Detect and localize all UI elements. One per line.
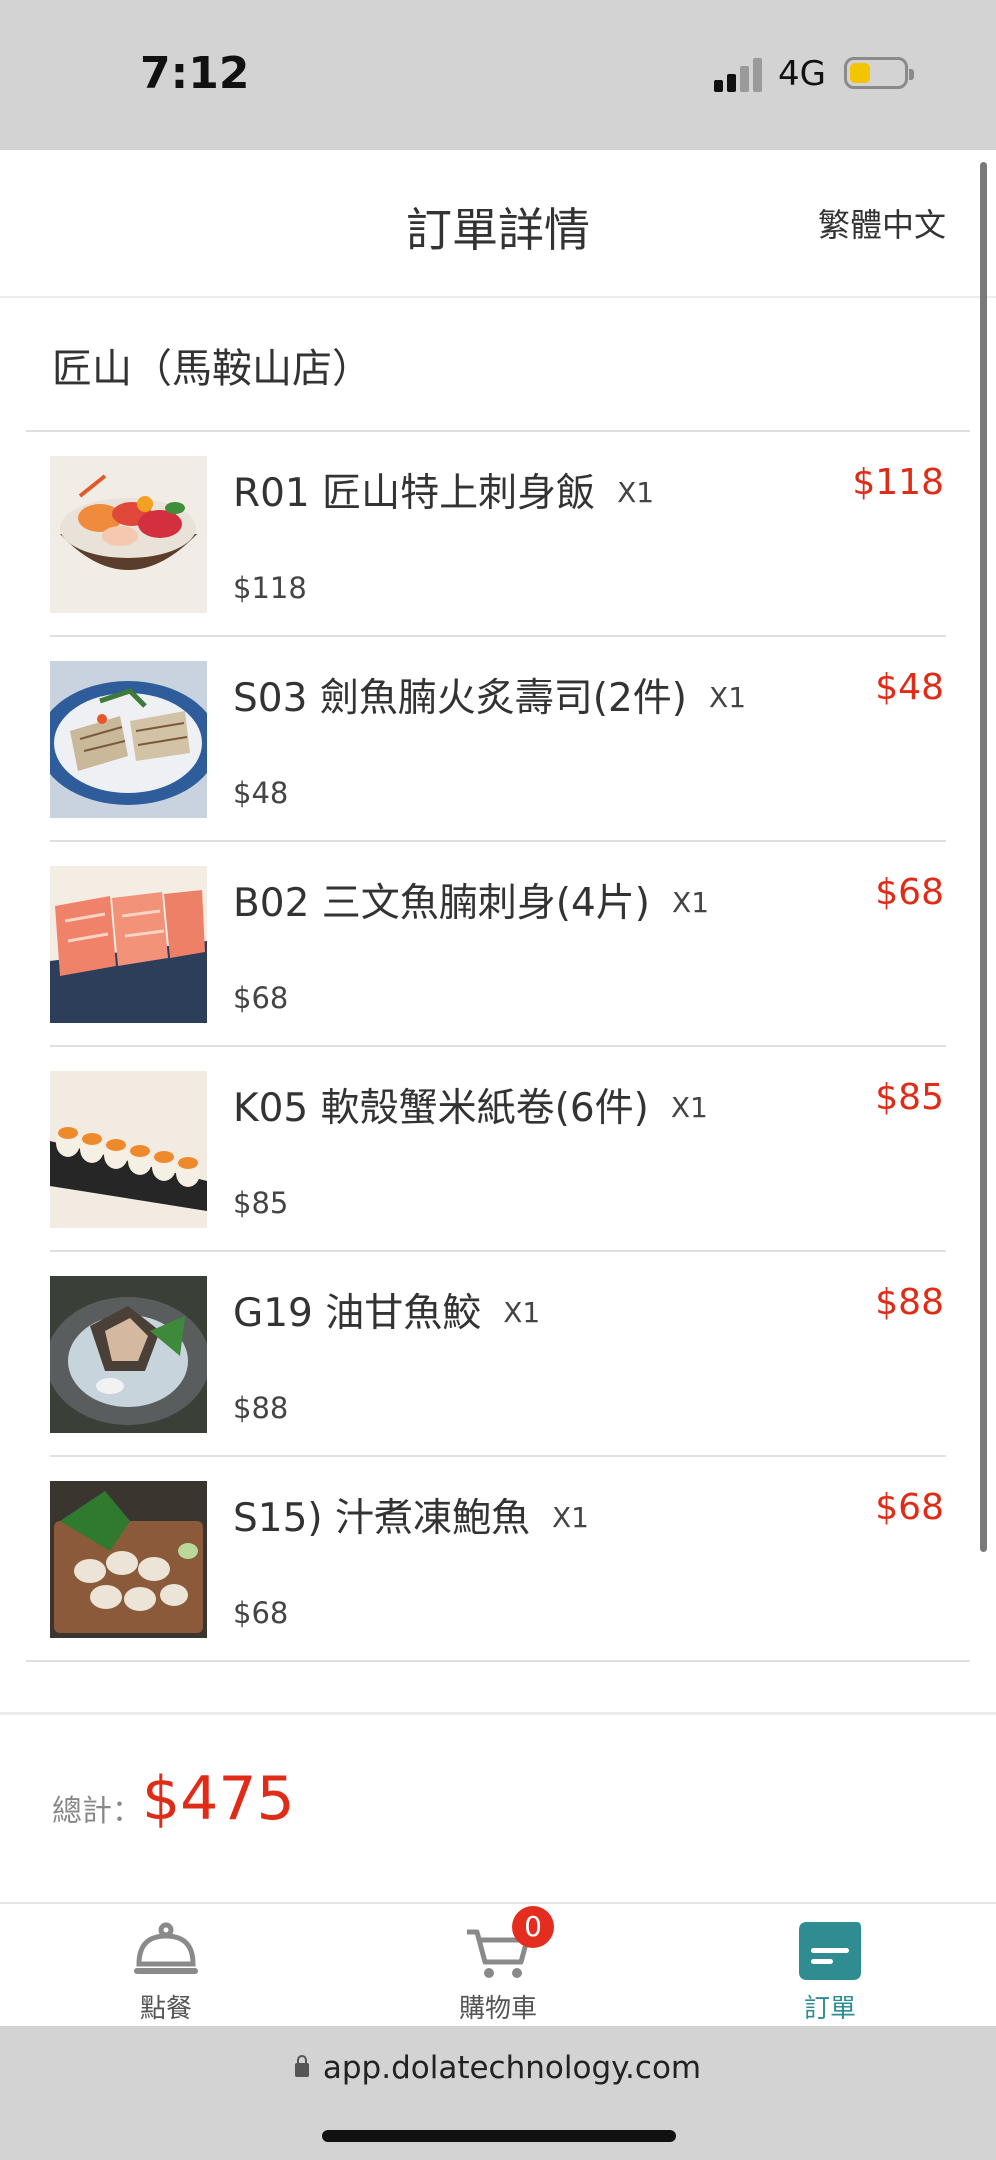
- item-line-total: $68: [875, 1487, 944, 1528]
- item-line-total: $118: [852, 462, 944, 503]
- item-unit-price: $118: [233, 571, 307, 605]
- cart-count-badge: 0: [512, 1906, 554, 1948]
- divider: [26, 1660, 970, 1662]
- food-image: [50, 661, 207, 818]
- home-indicator: [322, 2130, 676, 2142]
- item-unit-price: $88: [233, 1391, 289, 1425]
- browser-address-bar[interactable]: app.dolatechnology.com: [0, 2026, 996, 2160]
- url-text: app.dolatechnology.com: [322, 2050, 702, 2086]
- food-image: [50, 866, 207, 1023]
- item-quantity: X1: [617, 476, 655, 509]
- battery-icon: [844, 57, 914, 89]
- item-line-total: $68: [875, 872, 944, 913]
- tab-order-food[interactable]: 點餐: [0, 1904, 332, 2028]
- item-name: B02 三文魚腩刺身(4片) X1: [233, 881, 710, 926]
- item-name: K05 軟殼蟹米紙卷(6件) X1: [233, 1086, 708, 1131]
- tab-bar: 點餐 0 購物車 訂單: [0, 1902, 996, 2026]
- item-unit-price: $68: [233, 981, 289, 1015]
- tab-label: 點餐: [139, 1994, 192, 2024]
- status-time: 7:12: [140, 48, 250, 99]
- item-quantity: X1: [503, 1296, 541, 1329]
- signal-icon: [714, 56, 764, 92]
- item-name: G19 油甘魚鮫 X1: [233, 1291, 541, 1336]
- order-item: K05 軟殼蟹米紙卷(6件) X1 $85 $85: [0, 1047, 996, 1252]
- cloche-icon: [131, 1920, 201, 1982]
- lock-icon: [294, 2055, 309, 2077]
- order-item: R01 匠山特上刺身飯 X1 $118 $118: [0, 432, 996, 637]
- page-header: 訂單詳情 繁體中文: [0, 150, 996, 298]
- status-bar: 7:12 4G: [0, 0, 996, 150]
- network-type: 4G: [778, 54, 826, 94]
- order-icon: [795, 1920, 865, 1982]
- order-item: S15) 汁煮凍鮑魚 X1 $68 $68: [0, 1457, 996, 1662]
- tab-orders[interactable]: 訂單: [664, 1904, 996, 2028]
- item-line-total: $48: [875, 667, 944, 708]
- item-quantity: X1: [709, 681, 747, 714]
- tab-cart[interactable]: 0 購物車: [332, 1904, 664, 2028]
- store-name: 匠山（馬鞍山店）: [52, 346, 372, 392]
- item-name: S15) 汁煮凍鮑魚 X1: [233, 1496, 589, 1541]
- item-quantity: X1: [670, 1091, 708, 1124]
- item-line-total: $85: [875, 1077, 944, 1118]
- section-divider: [0, 1712, 996, 1715]
- item-unit-price: $85: [233, 1186, 289, 1220]
- order-item: G19 油甘魚鮫 X1 $88 $88: [0, 1252, 996, 1457]
- food-image: [50, 456, 207, 613]
- order-item: B02 三文魚腩刺身(4片) X1 $68 $68: [0, 842, 996, 1047]
- item-quantity: X1: [672, 886, 710, 919]
- item-unit-price: $48: [233, 776, 289, 810]
- order-item-list: R01 匠山特上刺身飯 X1 $118 $118 S03 劍魚腩火炙壽司(2件) X…: [0, 432, 996, 1662]
- item-unit-price: $68: [233, 1596, 289, 1630]
- item-line-total: $88: [875, 1282, 944, 1323]
- food-image: [50, 1071, 207, 1228]
- item-name: S03 劍魚腩火炙壽司(2件) X1: [233, 676, 747, 721]
- food-image: [50, 1481, 207, 1638]
- language-switch[interactable]: 繁體中文: [818, 200, 946, 246]
- tab-label: 訂單: [803, 1994, 856, 2024]
- order-item: S03 劍魚腩火炙壽司(2件) X1 $48 $48: [0, 637, 996, 842]
- total-amount: $475: [142, 1764, 295, 1834]
- item-name: R01 匠山特上刺身飯 X1: [233, 471, 655, 516]
- food-image: [50, 1276, 207, 1433]
- tab-label: 購物車: [458, 1994, 537, 2024]
- item-quantity: X1: [552, 1501, 589, 1534]
- total-label: 總計：: [52, 1794, 142, 1829]
